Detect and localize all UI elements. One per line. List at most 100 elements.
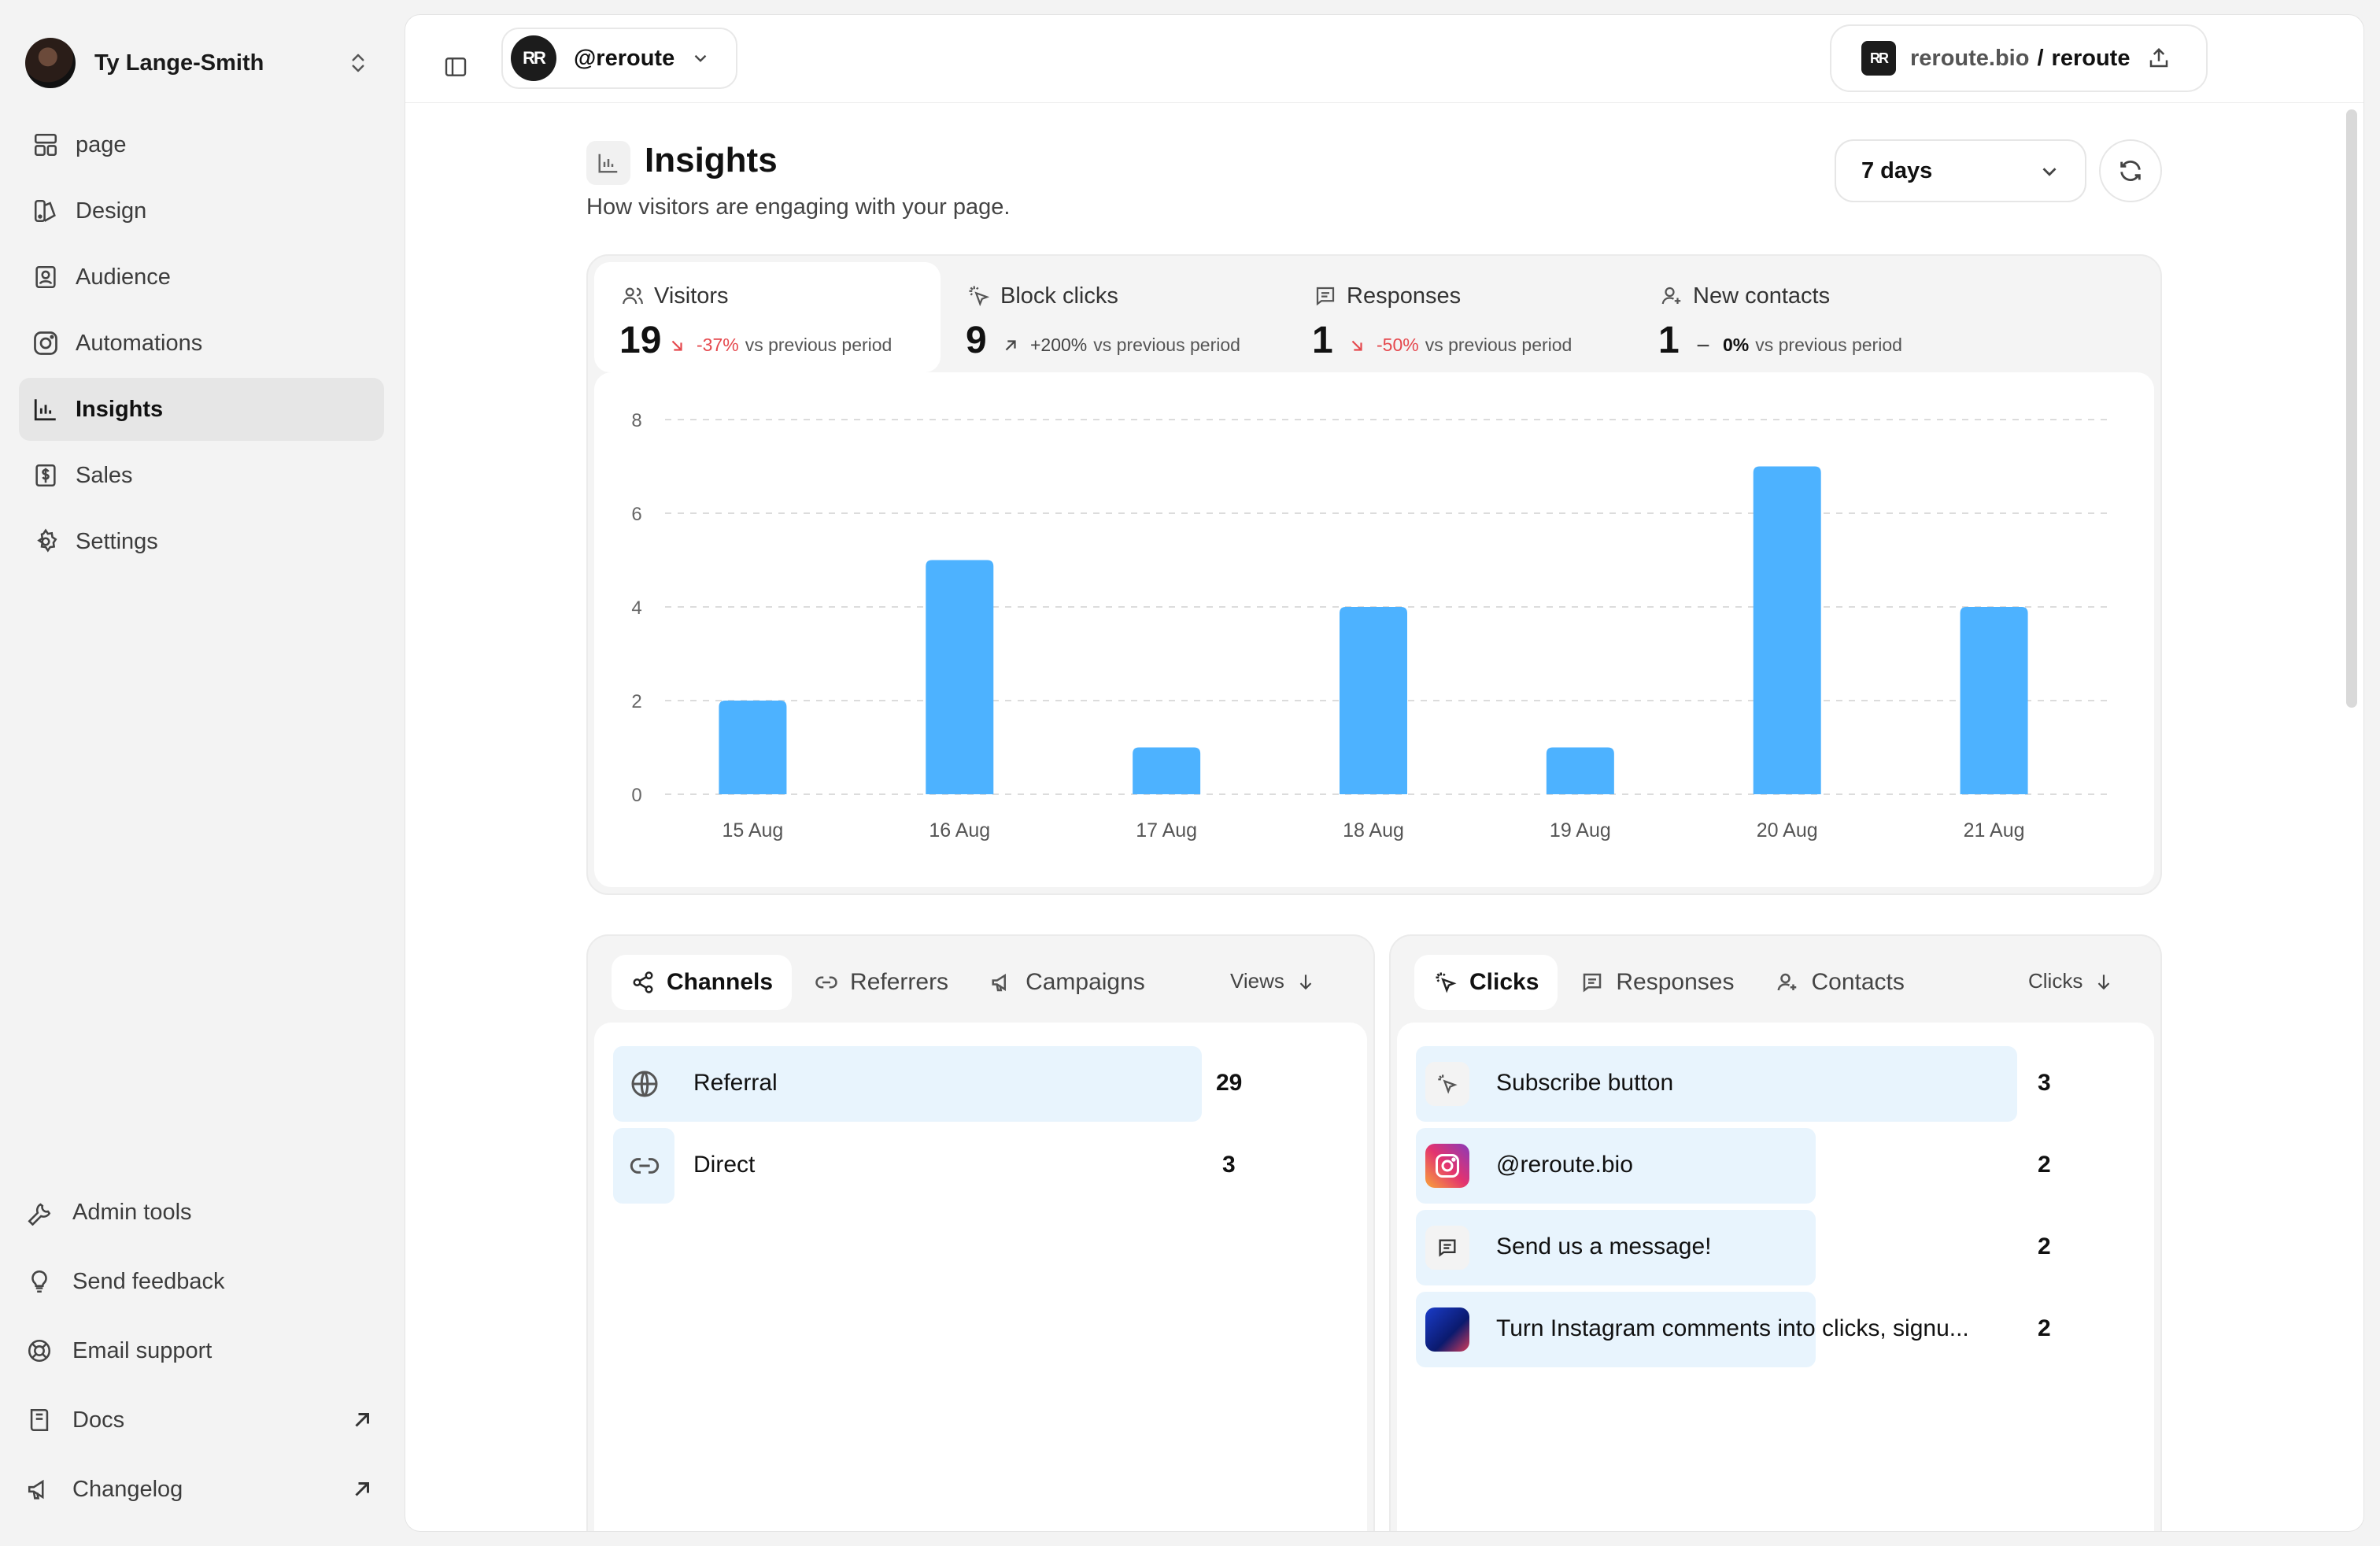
gear-icon: [30, 526, 61, 557]
sidebar-item-email-support[interactable]: Email support: [19, 1321, 384, 1381]
list-item[interactable]: Subscribe button 3: [1416, 1046, 2124, 1122]
metric-value: 19: [619, 320, 662, 361]
row-value: 29: [1216, 1070, 1243, 1096]
metric-label: Visitors: [654, 283, 729, 309]
chart-bar: [1960, 607, 2028, 794]
y-tick-label: 0: [631, 785, 641, 806]
sidebar-item-automations[interactable]: Automations: [19, 312, 384, 375]
x-tick-label: 20 Aug: [1757, 819, 1818, 841]
tab-channels[interactable]: Channels: [612, 955, 793, 1010]
message-icon: [1312, 283, 1339, 309]
sidebar-item-design[interactable]: Design: [19, 179, 384, 242]
sidebar: Ty Lange-Smith page Design Audience Auto…: [0, 0, 403, 1546]
sort-clicks-button[interactable]: Clicks: [2028, 969, 2114, 993]
row-label: @reroute.bio: [1496, 1152, 1633, 1178]
chevron-down-icon: [2042, 168, 2057, 176]
tab-label: Responses: [1616, 969, 1735, 995]
metric-value: 9: [966, 320, 987, 361]
row-value: 2: [2038, 1152, 2051, 1178]
list-item[interactable]: Referral 29: [613, 1046, 1321, 1122]
brand-logo: RR: [511, 35, 556, 81]
click-icon: [1433, 970, 1458, 995]
external-link-icon: [355, 1413, 369, 1427]
tab-clicks[interactable]: Clicks: [1414, 955, 1558, 1010]
sidebar-item-insights[interactable]: Insights: [19, 378, 384, 441]
contact-book-icon: [30, 261, 61, 293]
sidebar-item-label: Design: [76, 198, 147, 224]
palette-icon: [30, 195, 61, 227]
tab-contacts[interactable]: Contacts: [1756, 955, 1923, 1010]
chart-bar: [1753, 466, 1821, 794]
chart-svg: 0 2 4 6 8 15 Aug 16 Aug 17 Aug 18 Aug 19 Aug 20 Au…: [631, 410, 2113, 841]
clicks-tabbar: Clicks Responses Contacts: [1414, 955, 1927, 1010]
user-plus-icon: [1658, 283, 1685, 309]
metric-tab-block-clicks[interactable]: Block clicks 9 +200% vs previous period: [941, 262, 1287, 372]
metric-delta: -37% vs previous period: [668, 335, 892, 356]
metric-tab-responses[interactable]: Responses 1 -50% vs previous period: [1287, 262, 1633, 372]
share-nodes-icon: [630, 970, 656, 995]
sidebar-item-label: Audience: [76, 264, 171, 290]
avatar: [25, 38, 76, 88]
metric-delta-percent: 0%: [1723, 335, 1750, 355]
sidebar-item-audience[interactable]: Audience: [19, 246, 384, 309]
visitors-bar-chart: 0 2 4 6 8 15 Aug 16 Aug 17 Aug 18 Aug 19 Aug 20 Au…: [594, 372, 2154, 887]
metric-delta-percent: -37%: [697, 335, 739, 355]
tab-referrers[interactable]: Referrers: [795, 955, 967, 1010]
tab-label: Campaigns: [1026, 969, 1145, 995]
account-switcher[interactable]: RR @reroute: [501, 28, 737, 89]
metric-delta-suffix: vs previous period: [1093, 335, 1240, 355]
y-tick-label: 6: [631, 504, 641, 525]
sidebar-item-label: Send feedback: [72, 1268, 225, 1294]
metric-label: Block clicks: [1000, 283, 1118, 309]
refresh-button[interactable]: [2099, 139, 2162, 202]
wrench-icon: [24, 1196, 55, 1228]
click-icon: [966, 283, 992, 309]
row-label: Send us a message!: [1496, 1233, 1712, 1259]
row-value: 2: [2038, 1233, 2051, 1259]
arrow-down-icon: [1299, 974, 1312, 989]
bar-chart-icon: [30, 394, 61, 425]
list-item[interactable]: @reroute.bio 2: [1416, 1128, 2124, 1204]
sidebar-item-send-feedback[interactable]: Send feedback: [19, 1252, 384, 1311]
sort-views-button[interactable]: Views: [1230, 969, 1316, 993]
metric-tab-new-contacts[interactable]: New contacts 1 0% vs previous period: [1633, 262, 1979, 372]
sidebar-item-changelog[interactable]: Changelog: [19, 1459, 384, 1519]
dash-icon: [1697, 344, 1709, 346]
external-link-icon: [355, 1482, 369, 1496]
sidebar-item-label: Docs: [72, 1407, 125, 1433]
row-label: Direct: [693, 1152, 756, 1178]
date-range-select[interactable]: 7 days: [1835, 139, 2086, 202]
metric-value: 1: [1658, 320, 1680, 361]
list-item[interactable]: Send us a message! 2: [1416, 1210, 2124, 1285]
sidebar-item-admin-tools[interactable]: Admin tools: [19, 1182, 384, 1242]
sidebar-toggle-icon: [445, 57, 467, 76]
users-icon: [619, 283, 646, 309]
x-tick-label: 17 Aug: [1136, 819, 1197, 841]
tab-label: Clicks: [1469, 969, 1539, 995]
metric-tab-visitors[interactable]: Visitors 19 -37% vs previous period: [594, 262, 941, 372]
megaphone-icon: [24, 1474, 55, 1505]
instagram-icon: [1425, 1144, 1469, 1188]
sidebar-item-sales[interactable]: Sales: [19, 444, 384, 507]
clicks-card: Clicks Responses Contacts Clicks Subscri…: [1389, 934, 2162, 1531]
sidebar-item-settings[interactable]: Settings: [19, 510, 384, 573]
sidebar-item-label: Settings: [76, 528, 158, 554]
list-item[interactable]: Direct 3: [613, 1128, 1321, 1204]
scrollbar[interactable]: [2346, 109, 2357, 708]
list-item[interactable]: Turn Instagram comments into clicks, sig…: [1416, 1292, 2124, 1367]
tab-campaigns[interactable]: Campaigns: [970, 955, 1164, 1010]
sidebar-toggle-button[interactable]: [432, 43, 479, 91]
sidebar-item-page[interactable]: page: [19, 113, 384, 176]
link-icon: [814, 970, 839, 995]
chart-bar: [719, 701, 787, 794]
layout-icon: [30, 129, 61, 161]
instagram-icon: [30, 327, 61, 359]
insights-stats-card: Visitors 19 -37% vs previous period Bloc…: [586, 254, 2162, 895]
tab-responses[interactable]: Responses: [1561, 955, 1753, 1010]
refresh-icon: [2120, 160, 2141, 182]
profile-switcher[interactable]: Ty Lange-Smith: [19, 28, 381, 98]
page-url-button[interactable]: RR reroute.bio / reroute: [1830, 24, 2208, 92]
message-icon: [1580, 970, 1605, 995]
sidebar-item-label: Automations: [76, 330, 203, 356]
sidebar-item-docs[interactable]: Docs: [19, 1390, 384, 1450]
